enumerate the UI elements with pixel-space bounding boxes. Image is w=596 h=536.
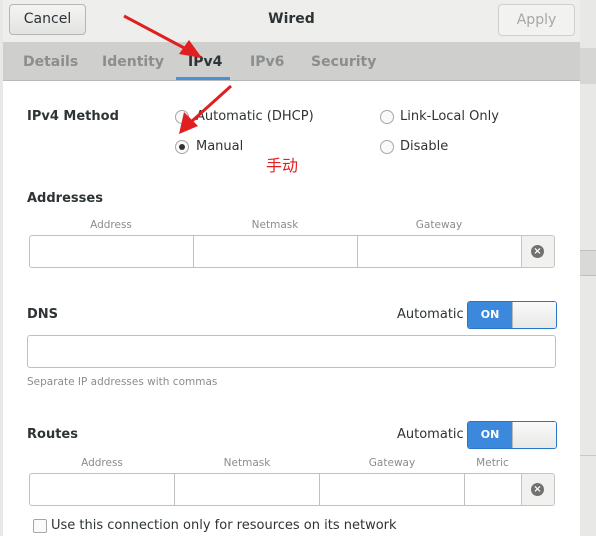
background-window-edge — [580, 0, 596, 536]
background-bar — [580, 48, 596, 84]
background-bar — [580, 250, 596, 276]
wired-settings-dialog: Cancel Wired Apply Details Identity IPv4… — [3, 0, 580, 536]
annotation-arrows — [123, 14, 233, 134]
arrow-to-manual-radio-icon — [179, 84, 233, 134]
background-divider — [580, 455, 596, 456]
arrow-to-ipv4-tab-icon — [123, 14, 202, 58]
